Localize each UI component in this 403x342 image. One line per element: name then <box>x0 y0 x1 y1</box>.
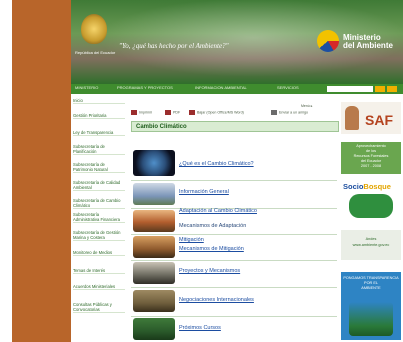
sidebar: Inicio Gestión Prioritaria Ley de Transp… <box>71 94 127 342</box>
sidebar-item-calidad[interactable]: Subsecretaría de Calidad Ambiental <box>73 180 125 191</box>
right-banners: SAF Aprovechamiento de los Recursos Fore… <box>339 94 403 342</box>
mitigation-thumbnail <box>133 236 175 258</box>
andes-line: www.ambiente.gov.ec <box>352 243 390 247</box>
page-container: República del Ecuador "Yo, ¿qué has hech… <box>71 0 403 342</box>
aprov-line: 2007 - 2008 <box>360 164 382 168</box>
ministry-name[interactable]: Ministerio del Ambiente <box>343 34 393 50</box>
link-cursos[interactable]: Próximos Cursos <box>179 325 221 331</box>
ministry-logo-icon[interactable] <box>317 30 339 52</box>
main-content: Menú ▸ Imprimir PDF Bajar (Open Office/M… <box>129 94 339 342</box>
sidebar-item-monitoreo[interactable]: Monitoreo de Medios <box>73 250 125 256</box>
search-button[interactable] <box>375 86 385 92</box>
pdf-button[interactable]: PDF <box>165 110 180 115</box>
pdf-label: PDF <box>173 110 181 115</box>
menu-link[interactable]: Menú ▸ <box>301 104 312 108</box>
nav-item-programas[interactable]: PROGRAMAS Y PROYECTOS <box>117 85 173 90</box>
nav-item-ministerio[interactable]: MINISTERIO <box>75 85 98 90</box>
link-info-general[interactable]: Información General <box>179 189 229 195</box>
aguas-line: AMBIENTE <box>361 286 381 290</box>
rss-button[interactable] <box>387 86 397 92</box>
nav-item-informacion[interactable]: INFORMACION AMBIENTAL <box>195 85 247 90</box>
pdf-icon <box>165 110 171 115</box>
section-header: Cambio Climático <box>131 121 339 132</box>
email-icon <box>271 110 277 115</box>
row-divider <box>131 234 337 235</box>
sidebar-item-temas[interactable]: Temas de Interés <box>73 268 125 274</box>
header-slogan: "Yo, ¿qué has hecho por el Ambiente?" <box>119 42 229 50</box>
site-header: República del Ecuador "Yo, ¿qué has hech… <box>71 0 403 84</box>
sidebar-item-consultas[interactable]: Consultas Públicas y Convocatorias <box>73 302 125 313</box>
sidebar-item-inicio[interactable]: Inicio <box>73 98 125 104</box>
ecuador-coat-of-arms-icon[interactable] <box>81 14 107 44</box>
print-button[interactable]: Imprimir <box>131 110 152 115</box>
sidebar-item-transparencia[interactable]: Ley de Transparencia <box>73 130 125 136</box>
andes-banner[interactable]: Andes www.ambiente.gov.ec <box>341 230 401 260</box>
coat-label: República del Ecuador <box>75 50 116 55</box>
left-background-band <box>12 0 71 342</box>
adaptation-thumbnail <box>133 210 175 232</box>
search-input[interactable] <box>327 86 373 92</box>
handshake-icon <box>349 194 393 218</box>
sidebar-item-acuerdos[interactable]: Acuerdos Ministeriales <box>73 284 125 290</box>
saf-figure-icon <box>345 106 359 130</box>
negotiations-thumbnail <box>133 290 175 312</box>
link-adaptacion[interactable]: Adaptación al Cambio Climático <box>179 208 257 214</box>
print-label: Imprimir <box>139 110 152 115</box>
link-mecanismos-adaptacion[interactable]: Mecanismos de Adaptación <box>179 223 246 229</box>
info-thumbnail <box>133 183 175 205</box>
main-nav-bar: MINISTERIO PROGRAMAS Y PROYECTOS INFORMA… <box>71 84 403 94</box>
ministry-line2: del Ambiente <box>343 41 393 50</box>
sidebar-item-gestion[interactable]: Gestión Prioritaria <box>73 113 125 119</box>
row-divider <box>131 316 337 317</box>
row-divider <box>131 260 337 261</box>
download-label: Bajar (Open Office/MS Word) <box>197 110 244 115</box>
section-title: Cambio Climático <box>136 124 187 130</box>
email-label: Enviar a un amigo <box>279 110 308 115</box>
email-button[interactable]: Enviar a un amigo <box>271 110 308 115</box>
link-mitigacion[interactable]: Mitigación <box>179 237 204 243</box>
row-divider <box>131 180 337 181</box>
article-toolbar: Imprimir PDF Bajar (Open Office/MS Word)… <box>131 110 337 118</box>
globe-thumbnail <box>133 150 175 176</box>
sidebar-item-marina[interactable]: Subsecretaría de Gestión Marina y Coster… <box>73 230 125 241</box>
saf-banner[interactable]: SAF <box>341 102 401 134</box>
sidebar-item-administrativa[interactable]: Subsecretaría Administrativa Financiera <box>73 212 125 223</box>
socio-bosque-logo: SocioBosque <box>343 182 391 191</box>
sidebar-item-patrimonio[interactable]: Subsecretaría de Patrimonio Natural <box>73 162 125 173</box>
transparency-banner[interactable]: PONGAMOS TRANSPARENCIA POR EL AMBIENTE <box>341 272 401 340</box>
link-negociaciones[interactable]: Negociaciones Internacionales <box>179 297 254 303</box>
link-proyectos[interactable]: Proyectos y Mecanismos <box>179 268 240 274</box>
download-button[interactable]: Bajar (Open Office/MS Word) <box>189 110 244 115</box>
nav-item-servicios[interactable]: SERVICIOS <box>277 85 299 90</box>
socio-text: Socio <box>343 182 364 191</box>
bosque-text: Bosque <box>363 182 391 191</box>
socio-bosque-banner[interactable]: SocioBosque <box>341 180 401 222</box>
landscape-image <box>349 302 393 336</box>
link-que-es[interactable]: ¿Qué es el Cambio Climático? <box>179 161 254 167</box>
saf-logo-text: SAF <box>365 112 393 128</box>
printer-icon <box>131 110 137 115</box>
sidebar-item-planificacion[interactable]: Subsecretaría de Planificación <box>73 144 125 155</box>
download-icon <box>189 110 195 115</box>
projects-thumbnail <box>133 262 175 284</box>
link-mecanismos-mitigacion[interactable]: Mecanismos de Mitigación <box>179 246 244 252</box>
sidebar-item-cambio-climatico[interactable]: Subsecretaría de Cambio Climático <box>73 198 125 209</box>
forest-resources-banner[interactable]: Aprovechamiento de los Recursos Forestal… <box>341 142 401 174</box>
courses-thumbnail <box>133 318 175 340</box>
row-divider <box>131 287 337 288</box>
